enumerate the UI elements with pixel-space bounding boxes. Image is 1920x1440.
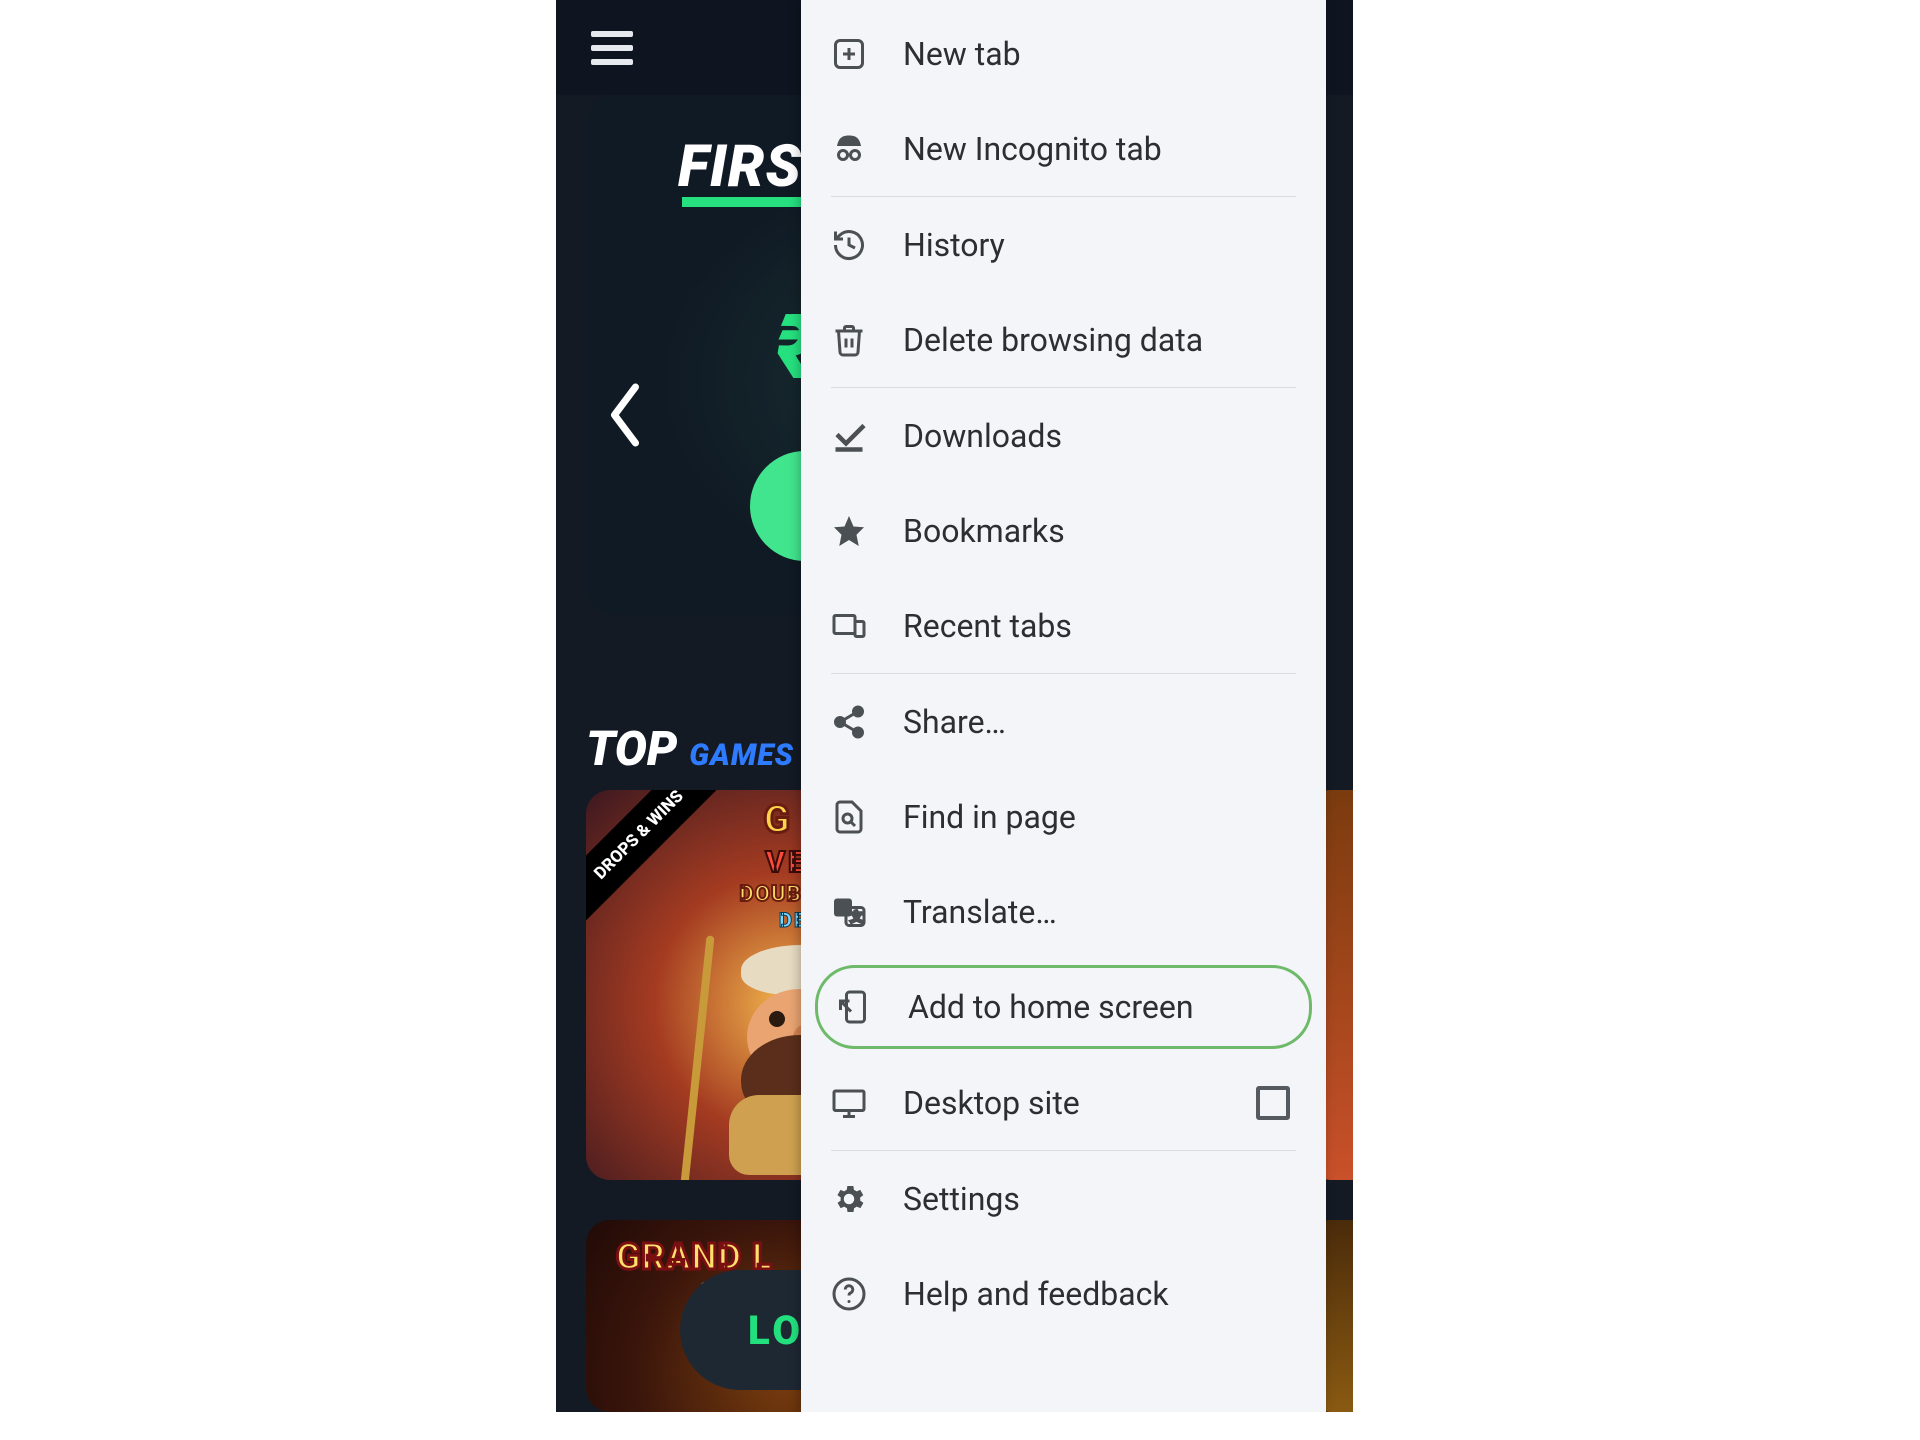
menu-label: History bbox=[903, 226, 1005, 264]
menu-label: Share… bbox=[903, 703, 1006, 741]
menu-history[interactable]: History bbox=[801, 197, 1326, 292]
promo-prev-arrow-icon[interactable] bbox=[604, 380, 646, 450]
top-games-heading: TOP GAMES bbox=[586, 720, 794, 777]
svg-text:文: 文 bbox=[851, 909, 864, 924]
menu-label: Delete browsing data bbox=[903, 321, 1203, 359]
menu-label: Find in page bbox=[903, 798, 1076, 836]
menu-delete-data[interactable]: Delete browsing data bbox=[801, 292, 1326, 387]
section-games-label: GAMES bbox=[689, 738, 794, 773]
section-top-label: TOP bbox=[586, 720, 677, 777]
desktop-icon bbox=[831, 1085, 867, 1121]
menu-label: Help and feedback bbox=[903, 1275, 1169, 1313]
menu-label: New tab bbox=[903, 35, 1021, 73]
browser-overflow-menu: New tab New Incognito tab History Delete… bbox=[801, 0, 1326, 1412]
menu-label: Add to home screen bbox=[908, 988, 1194, 1026]
menu-label: Translate… bbox=[903, 893, 1057, 931]
phone-screenshot: P FIRST 1 ₹ TOP GAMES DROPS & WINS G BAS… bbox=[556, 0, 1353, 1412]
menu-label: Settings bbox=[903, 1180, 1020, 1218]
menu-add-to-home[interactable]: Add to home screen bbox=[815, 965, 1312, 1049]
star-icon bbox=[831, 513, 867, 549]
incognito-icon bbox=[831, 131, 867, 167]
menu-label: Bookmarks bbox=[903, 512, 1065, 550]
menu-label: Downloads bbox=[903, 417, 1062, 455]
hamburger-menu-icon[interactable] bbox=[591, 31, 633, 65]
trash-icon bbox=[831, 322, 867, 358]
menu-settings[interactable]: Settings bbox=[801, 1151, 1326, 1246]
history-icon bbox=[831, 227, 867, 263]
download-done-icon bbox=[831, 418, 867, 454]
menu-help[interactable]: Help and feedback bbox=[801, 1246, 1326, 1341]
devices-icon bbox=[831, 608, 867, 644]
desktop-site-checkbox[interactable] bbox=[1256, 1086, 1290, 1120]
menu-recent-tabs[interactable]: Recent tabs bbox=[801, 578, 1326, 673]
menu-label: Desktop site bbox=[903, 1084, 1080, 1122]
find-in-page-icon bbox=[831, 799, 867, 835]
menu-share[interactable]: Share… bbox=[801, 674, 1326, 769]
help-icon bbox=[831, 1276, 867, 1312]
menu-new-tab[interactable]: New tab bbox=[801, 6, 1326, 101]
menu-translate[interactable]: G文 Translate… bbox=[801, 864, 1326, 959]
menu-new-incognito[interactable]: New Incognito tab bbox=[801, 101, 1326, 196]
gear-icon bbox=[831, 1181, 867, 1217]
menu-label: Recent tabs bbox=[903, 607, 1072, 645]
add-to-home-icon bbox=[836, 989, 872, 1025]
menu-find-in-page[interactable]: Find in page bbox=[801, 769, 1326, 864]
menu-desktop-site[interactable]: Desktop site bbox=[801, 1055, 1326, 1150]
share-icon bbox=[831, 704, 867, 740]
menu-downloads[interactable]: Downloads bbox=[801, 388, 1326, 483]
menu-bookmarks[interactable]: Bookmarks bbox=[801, 483, 1326, 578]
svg-text:G: G bbox=[839, 901, 847, 915]
plus-square-icon bbox=[831, 36, 867, 72]
translate-icon: G文 bbox=[831, 894, 867, 930]
menu-label: New Incognito tab bbox=[903, 130, 1162, 168]
login-label: LO bbox=[748, 1307, 804, 1354]
